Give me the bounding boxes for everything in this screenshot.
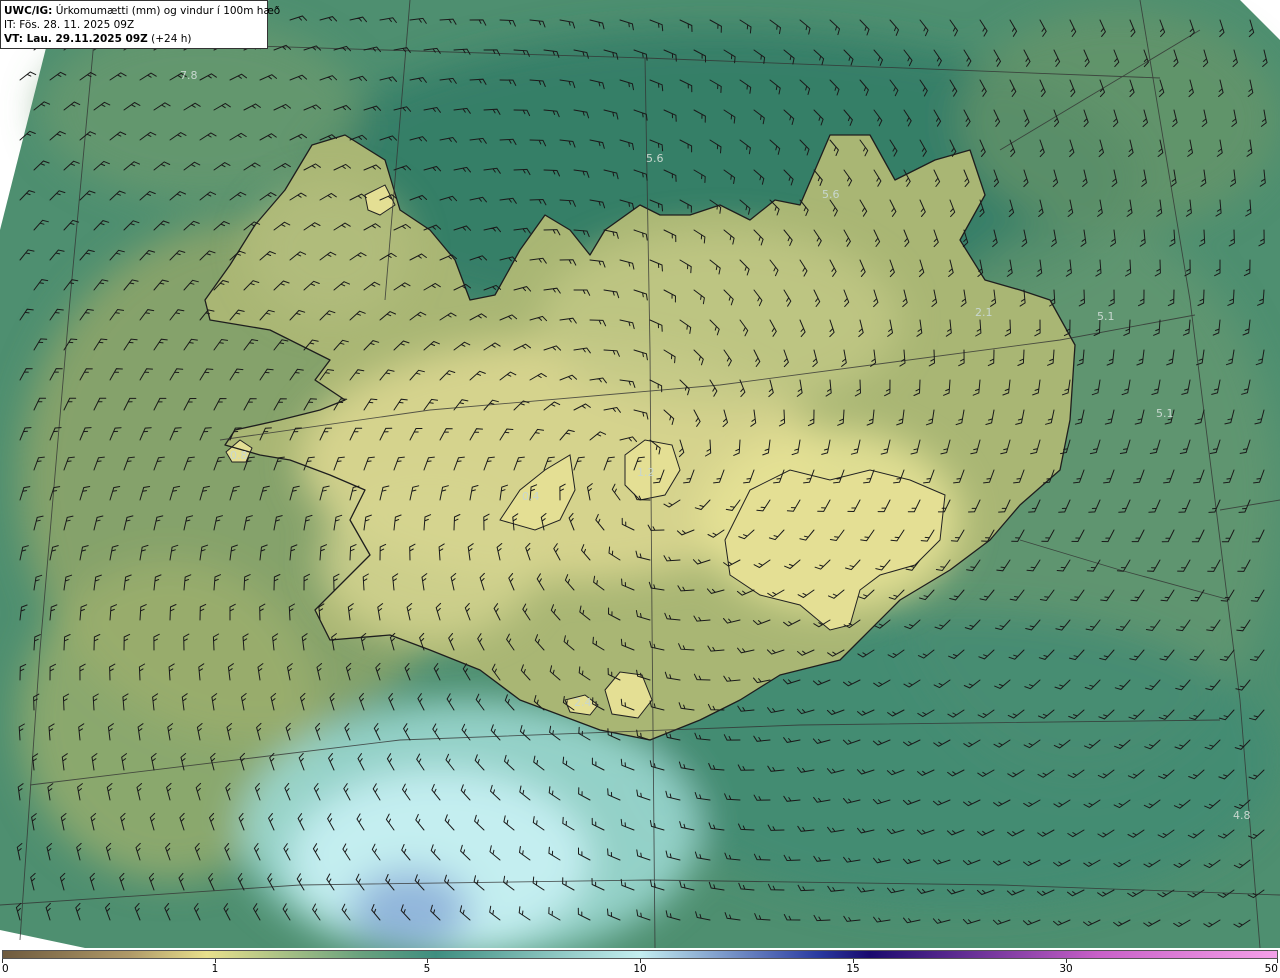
init-time: IT: Fös. 28. 11. 2025 09Z (4, 19, 135, 31)
valid-offset: (+24 h) (151, 33, 192, 45)
colorbar-tick-label: 0 (2, 963, 9, 975)
value-label: 5.1 (1097, 310, 1115, 323)
colorbar-tick-label: 30 (1059, 963, 1073, 975)
value-label: 7.8 (180, 69, 198, 82)
valid-time-line: VT: Lau. 29.11.2025 09Z (+24 h) (4, 32, 267, 46)
forecast-map[interactable]: 7.8 5.6 5.6 2.1 5.1 5.1 0.8 0.4 1.2 2.4 … (0, 0, 1280, 948)
colorbar-tick-label: 15 (846, 963, 860, 975)
colorbar-tick-label: 50 (1264, 963, 1278, 975)
colorbar-tick-label: 5 (423, 963, 431, 975)
value-label: 2.1 (975, 306, 993, 319)
value-label: 5.6 (822, 188, 840, 201)
wind-barb (19, 71, 37, 81)
colorbar-tick-label: 1 (211, 963, 219, 975)
colorbar-legend: 0 1 5 10 15 30 50 (0, 948, 1280, 978)
value-label: 0.4 (522, 490, 540, 503)
value-label: 5.6 (646, 152, 664, 165)
valid-time: VT: Lau. 29.11.2025 09Z (4, 33, 148, 45)
forecast-info-box: UWC/IG: Úrkomumætti (mm) og vindur í 100… (0, 0, 280, 49)
colorbar-tick-label: 10 (633, 963, 647, 975)
value-label: 0.8 (230, 449, 248, 462)
value-label: 1.2 (637, 466, 655, 479)
product-name: UWC/IG: (4, 5, 53, 17)
colorbar-gradient (2, 950, 1278, 959)
value-label: 2.4 (574, 696, 592, 709)
value-label: 5.1 (1156, 407, 1174, 420)
title-line: UWC/IG: Úrkomumætti (mm) og vindur í 100… (4, 4, 280, 18)
value-label: 4.8 (1233, 809, 1251, 822)
product-description: Úrkomumætti (mm) og vindur í 100m hæð (55, 5, 281, 17)
